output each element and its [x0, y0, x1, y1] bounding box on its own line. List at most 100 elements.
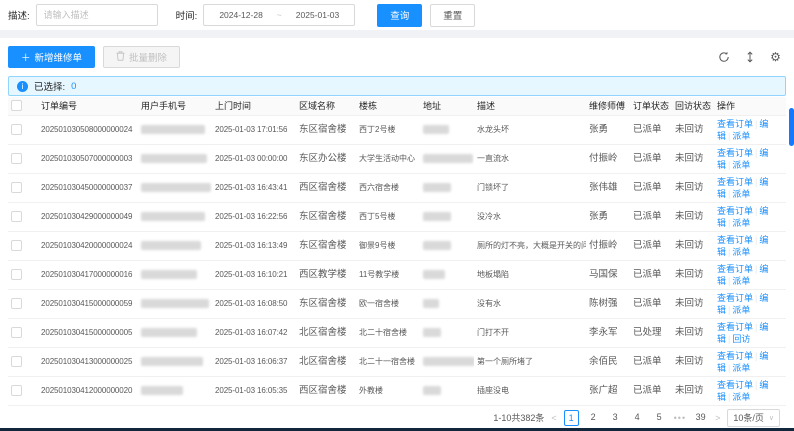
page-number[interactable]: 5 [652, 410, 667, 426]
description: 地板塌陷 [477, 270, 509, 279]
row-checkbox[interactable] [11, 355, 22, 367]
row-checkbox[interactable] [11, 123, 22, 135]
action-link[interactable]: 查看订单 [717, 351, 753, 361]
page-number-last[interactable]: 39 [693, 410, 708, 426]
link-separator: | [755, 350, 758, 361]
visit-status: 未回访 [675, 385, 704, 396]
order-number: 202501030420000000024 [41, 241, 133, 250]
action-link[interactable]: 查看订单 [717, 293, 753, 303]
reset-button[interactable]: 重置 [430, 3, 476, 27]
page-ellipsis[interactable]: ••• [674, 413, 686, 423]
date-range-picker[interactable]: 2024-12-28 ~ 2025-01-03 [203, 4, 356, 26]
column-height-icon[interactable] [743, 51, 756, 64]
operations-cell: 查看订单 | 编辑 | 派单 [714, 289, 786, 319]
action-link[interactable]: 查看订单 [717, 264, 753, 274]
action-link[interactable]: 派单 [732, 305, 750, 315]
link-separator: | [755, 147, 758, 158]
table-row: 202501030415000000059 2025-01-03 16:08:50… [8, 289, 786, 319]
action-link[interactable]: 查看订单 [717, 119, 753, 129]
action-link[interactable]: 派单 [732, 247, 750, 257]
action-link[interactable]: 派单 [732, 392, 750, 402]
vertical-scrollbar-thumb[interactable] [789, 108, 794, 146]
row-checkbox[interactable] [11, 297, 22, 309]
action-link[interactable]: 查看订单 [717, 380, 753, 390]
order-number: 202501030413000000025 [41, 357, 133, 366]
row-checkbox[interactable] [11, 326, 22, 338]
visit-status: 未回访 [675, 327, 704, 338]
worker-name: 付振岭 [589, 153, 618, 164]
action-link[interactable]: 派单 [732, 218, 750, 228]
link-separator: | [755, 234, 758, 245]
row-checkbox[interactable] [11, 210, 22, 222]
link-separator: | [728, 159, 731, 170]
description: 门打不开 [477, 328, 509, 337]
link-separator: | [728, 188, 731, 199]
masked-phone [141, 183, 211, 192]
action-link[interactable]: 派单 [732, 131, 750, 141]
action-link[interactable]: 回访 [732, 334, 750, 344]
desc-filter-label: 描述: [8, 11, 30, 22]
visit-time: 2025-01-03 16:10:21 [215, 270, 288, 279]
link-separator: | [728, 275, 731, 286]
pagination: 1-10共382条 < 1 2 3 4 5 ••• 39 > 10条/页 ∨ [8, 406, 786, 430]
building-name: 西丁2号楼 [359, 125, 396, 134]
action-link[interactable]: 查看订单 [717, 148, 753, 158]
reload-icon[interactable] [717, 51, 730, 64]
order-number: 202501030415000000059 [41, 299, 133, 308]
next-page-arrow[interactable]: > [715, 413, 720, 423]
row-checkbox[interactable] [11, 384, 22, 396]
area-name: 东区宿舍楼 [299, 124, 347, 135]
description: 第一个厕所堵了 [477, 357, 533, 366]
action-link[interactable]: 派单 [732, 276, 750, 286]
page-number[interactable]: 1 [563, 409, 579, 426]
action-link[interactable]: 查看订单 [717, 322, 753, 332]
action-link[interactable]: 派单 [732, 189, 750, 199]
col-building: 楼栋 [356, 97, 420, 116]
building-name: 欧一宿舍楼 [359, 299, 399, 308]
page-number[interactable]: 2 [586, 410, 601, 426]
worker-name: 张勇 [589, 124, 609, 135]
action-link[interactable]: 查看订单 [717, 206, 753, 216]
col-phone: 用户手机号 [138, 97, 212, 116]
table-row: 202501030450000000037 2025-01-03 16:43:41… [8, 173, 786, 203]
desc-filter-input[interactable] [35, 4, 158, 26]
batch-delete-button[interactable]: 批量删除 [103, 46, 181, 68]
worker-name: 马国保 [589, 269, 618, 280]
row-checkbox[interactable] [11, 152, 22, 164]
date-end[interactable]: 2025-01-03 [296, 10, 339, 20]
masked-address [423, 357, 474, 366]
operations-cell: 查看订单 | 编辑 | 派单 [714, 231, 786, 261]
select-all-checkbox[interactable] [11, 100, 22, 112]
worker-name: 张广超 [589, 385, 618, 396]
repair-order-card: ＋ 新增维修单 批量删除 ⚙ i 已选择: 0 订单编号 用户手机号 上门时间 … [0, 38, 794, 430]
action-link[interactable]: 查看订单 [717, 177, 753, 187]
action-link[interactable]: 查看订单 [717, 235, 753, 245]
row-checkbox[interactable] [11, 239, 22, 251]
order-number: 202501030417000000016 [41, 270, 133, 279]
row-checkbox[interactable] [11, 181, 22, 193]
page-number[interactable]: 3 [608, 410, 623, 426]
action-link[interactable]: 派单 [732, 363, 750, 373]
date-start[interactable]: 2024-12-28 [219, 10, 262, 20]
action-link[interactable]: 派单 [732, 160, 750, 170]
order-status: 已派单 [633, 211, 662, 222]
masked-phone [141, 212, 205, 221]
description: 没冷水 [477, 212, 501, 221]
prev-page-arrow[interactable]: < [551, 413, 556, 423]
masked-address [423, 241, 451, 250]
visit-time: 2025-01-03 00:00:00 [215, 154, 288, 163]
time-filter-label: 时间: [175, 11, 198, 22]
page-size-select[interactable]: 10条/页 ∨ [727, 408, 780, 427]
page-divider [0, 30, 794, 38]
search-button[interactable]: 查询 [377, 3, 423, 27]
visit-time: 2025-01-03 16:43:41 [215, 183, 288, 192]
settings-gear-icon[interactable]: ⚙ [769, 50, 782, 64]
row-checkbox[interactable] [11, 268, 22, 280]
chevron-down-icon: ∨ [768, 414, 774, 422]
col-address: 地址 [420, 97, 474, 116]
link-separator: | [755, 176, 758, 187]
add-repair-order-button[interactable]: ＋ 新增维修单 [8, 46, 96, 68]
order-number: 202501030450000000037 [41, 183, 133, 192]
page-number[interactable]: 4 [630, 410, 645, 426]
filter-bar: 描述: 时间: 2024-12-28 ~ 2025-01-03 查询 重置 [0, 0, 794, 30]
